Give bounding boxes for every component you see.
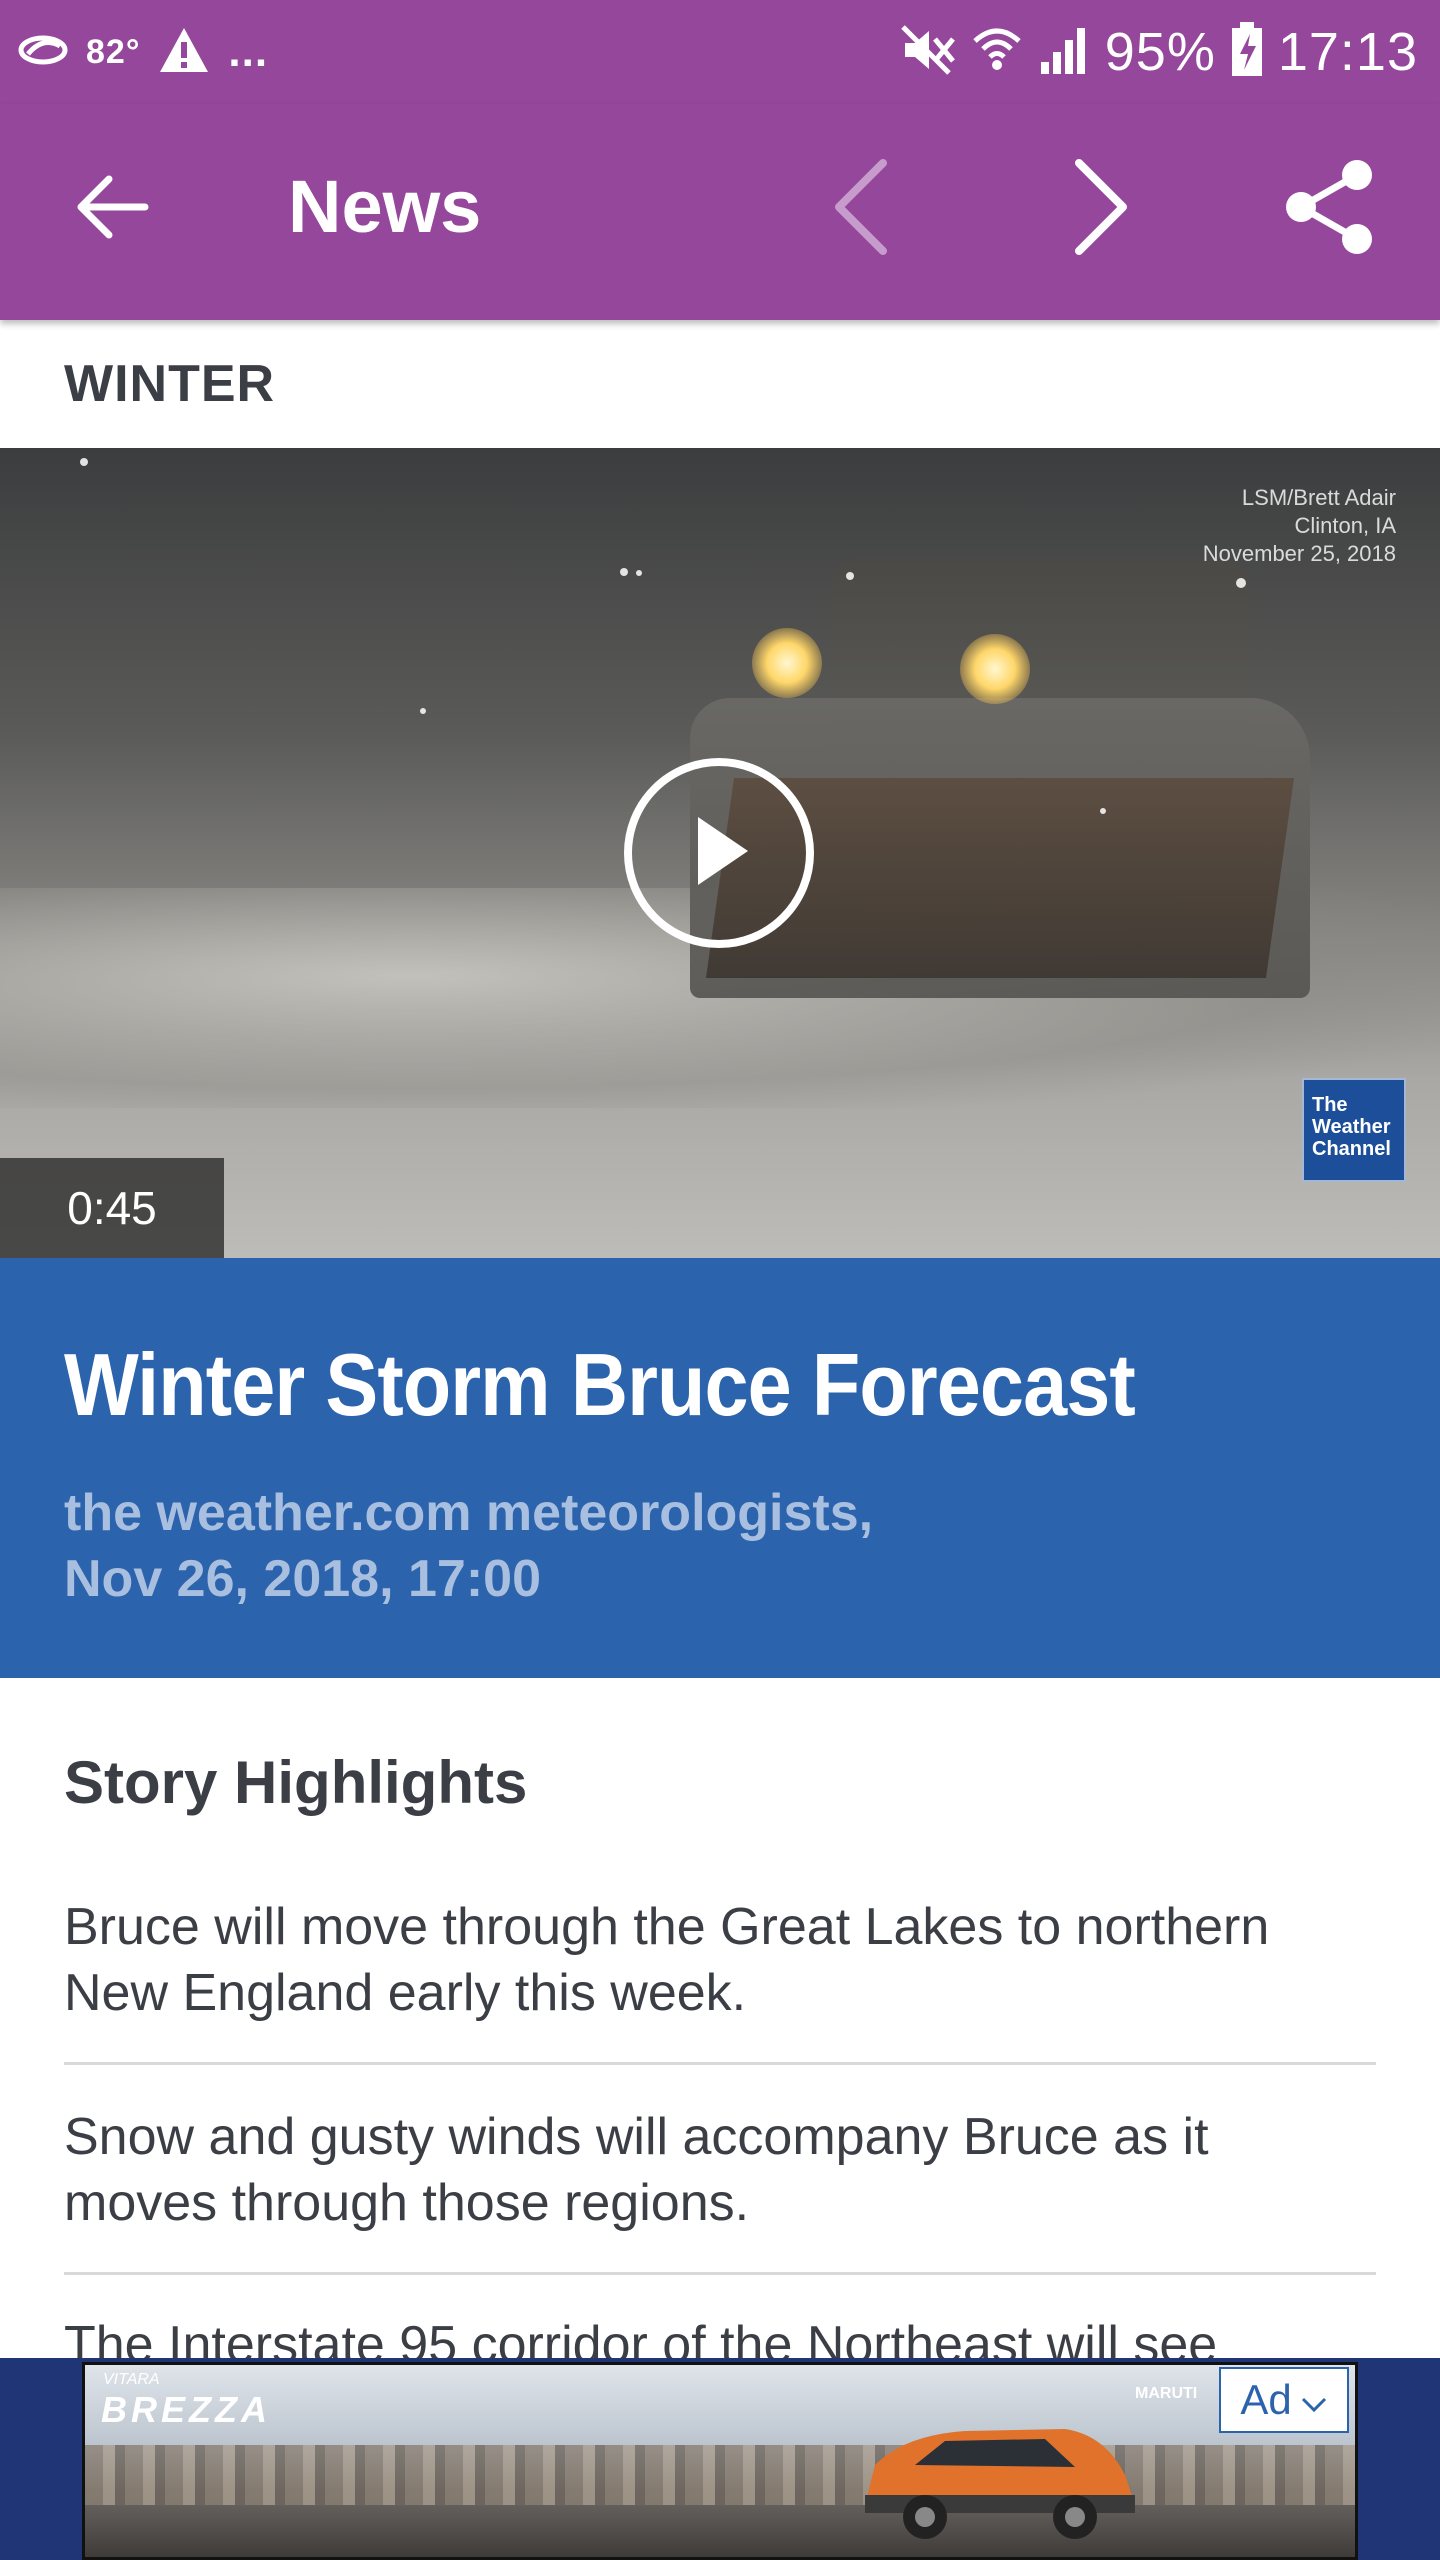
signal-icon <box>1037 26 1091 79</box>
headlight-left <box>752 628 822 698</box>
wifi-icon <box>971 25 1023 80</box>
chevron-down-icon <box>1300 2376 1328 2424</box>
snowflake <box>636 570 642 576</box>
app-bar: News <box>0 104 1440 320</box>
watermark-line: November 25, 2018 <box>1202 541 1396 566</box>
ad-brand: BREZZA <box>101 2389 271 2430</box>
video-duration-badge: 0:45 <box>0 1158 224 1258</box>
byline-date: Nov 26, 2018, 17:00 <box>64 1550 541 1608</box>
divider <box>64 2272 1376 2275</box>
highlight-item: Snow and gusty winds will accompany Bruc… <box>64 2108 1209 2232</box>
snowflake <box>1236 578 1246 588</box>
battery-charging-icon <box>1230 21 1264 83</box>
video-watermark: LSM/Brett Adair Clinton, IA November 25,… <box>1203 484 1396 568</box>
battery-percent-text: 95% <box>1104 22 1216 82</box>
snowflake <box>846 572 854 580</box>
highlight-item: Bruce will move through the Great Lakes … <box>64 1898 1270 2022</box>
story-highlights-title: Story Highlights <box>64 1749 528 1816</box>
logo-line: Weather <box>1312 1116 1391 1138</box>
next-article-button[interactable] <box>1036 144 1166 274</box>
headlight-right <box>960 634 1030 704</box>
video-player[interactable]: LSM/Brett Adair Clinton, IA November 25,… <box>0 448 1440 1258</box>
status-bar: 82° ... 95% 17:13 <box>0 0 1440 104</box>
headline-block: Winter Storm Bruce Forecast the weather.… <box>0 1258 1440 1678</box>
ad-creative[interactable]: VITARA BREZZA MARUTI Ad <box>82 2362 1358 2560</box>
ad-choices-badge[interactable]: Ad <box>1219 2367 1349 2433</box>
clock-text: 17:13 <box>1277 22 1418 82</box>
play-icon <box>684 811 754 896</box>
ad-banner[interactable]: VITARA BREZZA MARUTI Ad <box>0 2358 1440 2560</box>
snowflake <box>1100 808 1106 814</box>
status-left: 82° ... <box>18 18 268 86</box>
ad-skyline <box>85 2445 1355 2505</box>
ad-car-image <box>845 2395 1145 2545</box>
page-title: News <box>288 165 482 248</box>
back-arrow-icon <box>77 175 149 244</box>
warning-icon <box>158 26 210 79</box>
chevron-left-icon <box>831 158 891 260</box>
logo-line: Channel <box>1312 1138 1391 1160</box>
more-notifications-text: ... <box>228 27 269 76</box>
carrier-logo-icon <box>18 32 68 73</box>
divider <box>64 2062 1376 2065</box>
watermark-line: Clinton, IA <box>1294 513 1397 538</box>
logo-line: The <box>1312 1094 1348 1116</box>
mute-icon <box>900 24 957 80</box>
weather-channel-logo: The Weather Channel <box>1302 1078 1406 1182</box>
article-byline: the weather.com meteorologists, Nov 26, … <box>64 1480 873 1612</box>
status-right: 95% 17:13 <box>900 18 1418 86</box>
share-icon <box>1281 157 1377 262</box>
snowflake <box>80 458 88 466</box>
byline-author: the weather.com meteorologists, <box>64 1484 874 1542</box>
snowflake <box>420 708 426 714</box>
article-category: WINTER <box>64 355 276 413</box>
article-headline: Winter Storm Bruce Forecast <box>64 1335 1136 1434</box>
chevron-right-icon <box>1071 158 1131 260</box>
snowflake <box>620 568 628 576</box>
ad-badge-label: Ad <box>1240 2376 1292 2423</box>
ad-brand-small: VITARA <box>103 2371 160 2388</box>
play-button[interactable] <box>624 758 814 948</box>
back-button[interactable] <box>48 144 178 274</box>
temperature-text: 82° <box>86 32 141 71</box>
share-button[interactable] <box>1264 144 1394 274</box>
previous-article-button[interactable] <box>796 144 926 274</box>
watermark-line: LSM/Brett Adair <box>1241 485 1396 510</box>
